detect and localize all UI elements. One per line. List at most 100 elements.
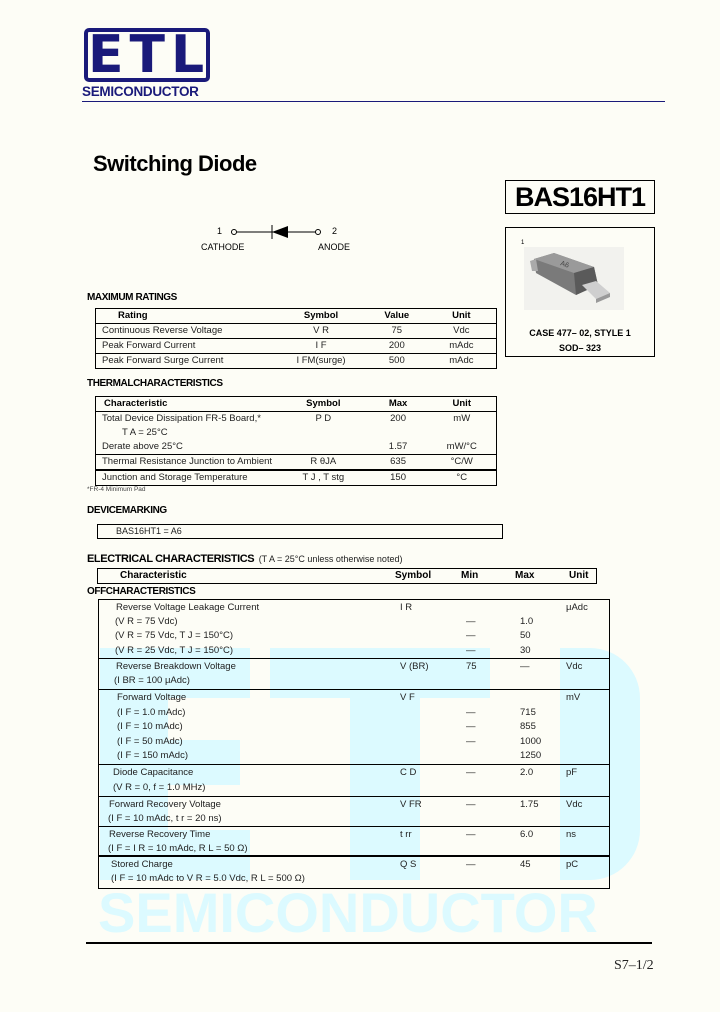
col-unit: Unit (569, 570, 589, 581)
row-divider (98, 796, 610, 797)
rating-value: 500 (366, 353, 427, 369)
table-row: T A = 25°C (96, 426, 497, 440)
table-header: Rating Symbol Value Unit (96, 309, 497, 324)
ec-condition: (I F = 10 mAdc) (117, 721, 183, 732)
package-outline: SOD– 323 (558, 343, 602, 353)
thermal-char: Thermal Resistance Junction to Ambient (95, 454, 279, 470)
package-case: CASE 477– 02, STYLE 1 (529, 328, 631, 338)
ec-characteristic: Stored Charge (111, 859, 173, 870)
thermal-symbol: T J , T stg (278, 469, 369, 486)
col-characteristic: Characteristic (120, 570, 187, 581)
ec-condition: (V R = 75 Vdc, T J = 150°C) (115, 630, 234, 641)
electrical-header: Characteristic Symbol Min Max Unit (97, 568, 597, 584)
ec-condition: (I BR = 100 μAdc) (114, 675, 190, 686)
cathode-label: CATHODE (201, 242, 245, 252)
table-row: Junction and Storage Temperature T J , T… (95, 469, 497, 486)
off-characteristics-heading: OFFCHARACTERISTICS (87, 586, 196, 597)
thermal-max: 200 (368, 411, 428, 426)
ec-condition-min: — (466, 721, 476, 732)
ec-characteristic: Forward Voltage (117, 692, 187, 703)
ec-condition-min: — (466, 645, 476, 656)
col-min: Min (461, 570, 479, 581)
ec-condition-max: 50 (520, 630, 531, 641)
ec-condition: (I F = 10 mAdc, t r = 20 ns) (108, 813, 222, 824)
part-number: BAS16HT1 (505, 180, 655, 214)
thermal-max: 635 (368, 454, 428, 470)
ec-characteristic: Reverse Recovery Time (109, 829, 211, 840)
ec-unit: Vdc (566, 661, 583, 672)
ec-condition: (I F = I R = 10 mAdc, R L = 50 Ω) (108, 843, 248, 854)
ec-condition: (V R = 0, f = 1.0 MHz) (113, 782, 206, 793)
row-divider (98, 826, 610, 827)
table-header: Characteristic Symbol Max Unit (96, 397, 497, 412)
row-divider (98, 764, 610, 765)
table-row: Derate above 25°C 1.57 mW/°C (96, 440, 497, 455)
rating-name: Peak Forward Surge Current (95, 353, 276, 369)
pin1-number: 1 (217, 226, 223, 236)
ec-min: — (466, 767, 476, 778)
ec-max: — (520, 661, 530, 672)
ec-characteristic: Reverse Voltage Leakage Current (116, 602, 260, 613)
ec-symbol: I R (400, 602, 413, 613)
ec-unit: mV (566, 692, 581, 703)
ec-condition-max: 1000 (520, 736, 542, 747)
ec-condition: (V R = 25 Vdc, T J = 150°C) (115, 645, 234, 656)
thermal-unit: mW (427, 411, 497, 426)
ec-symbol: V FR (400, 799, 422, 810)
rating-unit: mAdc (426, 353, 497, 369)
ec-symbol: C D (400, 767, 417, 778)
ec-max: 2.0 (520, 767, 534, 778)
ec-min: — (466, 799, 476, 810)
electrical-heading: ELECTRICAL CHARACTERISTICS (87, 553, 255, 565)
ec-condition-max: 30 (520, 645, 531, 656)
page-title: Switching Diode (93, 151, 257, 176)
ec-unit: Vdc (566, 799, 583, 810)
table-row: Thermal Resistance Junction to Ambient R… (95, 454, 497, 470)
col-unit: Unit (452, 398, 471, 409)
thermal-char: Junction and Storage Temperature (95, 469, 279, 486)
thermal-unit: mW/°C (446, 441, 477, 452)
ec-symbol: Q S (400, 859, 417, 870)
thermal-max: 1.57 (388, 441, 408, 452)
col-rating: Rating (118, 310, 148, 321)
thermal-unit: °C/W (427, 454, 497, 470)
table-row: Continuous Reverse Voltage V R 75 Vdc (95, 323, 497, 339)
ec-characteristic: Forward Recovery Voltage (109, 799, 221, 810)
table-row: Peak Forward Current I F 200 mAdc (95, 338, 497, 354)
ec-condition: (I F = 1.0 mAdc) (117, 707, 186, 718)
ec-min: 75 (466, 661, 477, 672)
thermal-table: Characteristic Symbol Max Unit Total Dev… (95, 396, 497, 486)
row-divider (98, 689, 610, 690)
max-ratings-table: Rating Symbol Value Unit Continuous Reve… (95, 308, 497, 369)
electrical-condition: (T A = 25°C unless otherwise noted) (258, 554, 403, 564)
ec-condition: (I F = 150 mAdc) (117, 750, 189, 761)
footer-rule (86, 942, 652, 944)
thermal-char: Derate above 25°C (102, 441, 183, 452)
thermal-char: Total Device Dissipation FR-5 Board,* (95, 411, 279, 426)
ec-symbol: V F (400, 692, 415, 703)
device-marking-box: BAS16HT1 = A6 (97, 524, 503, 539)
ec-unit: ns (566, 829, 577, 840)
device-marking-value: BAS16HT1 = A6 (116, 526, 182, 536)
thermal-unit: °C (427, 469, 497, 486)
rating-unit: Vdc (426, 323, 497, 339)
ec-unit: μAdc (566, 602, 588, 613)
sod323-package-image: A6 (524, 247, 624, 310)
page-number: S7–1/2 (614, 958, 654, 973)
thermal-footnote: *FR-4 Minimum Pad (87, 486, 146, 493)
ec-characteristic: Reverse Breakdown Voltage (116, 661, 236, 672)
col-max: Max (388, 398, 408, 409)
col-max: Max (515, 570, 535, 581)
table-row: Total Device Dissipation FR-5 Board,* P … (95, 411, 497, 426)
rating-name: Continuous Reverse Voltage (95, 323, 276, 339)
ec-characteristic: Diode Capacitance (113, 767, 194, 778)
ec-condition: (I F = 10 mAdc to V R = 5.0 Vdc, R L = 5… (111, 873, 305, 884)
rating-value: 200 (366, 338, 427, 354)
col-unit: Unit (452, 310, 471, 321)
ec-condition-min: — (466, 616, 476, 627)
logo-letters: ETL (88, 25, 211, 85)
rating-symbol: I FM(surge) (275, 353, 367, 369)
ec-condition: (V R = 75 Vdc) (115, 616, 178, 627)
row-divider (98, 658, 610, 659)
max-ratings-heading: MAXIMUM RATINGS (87, 292, 177, 303)
